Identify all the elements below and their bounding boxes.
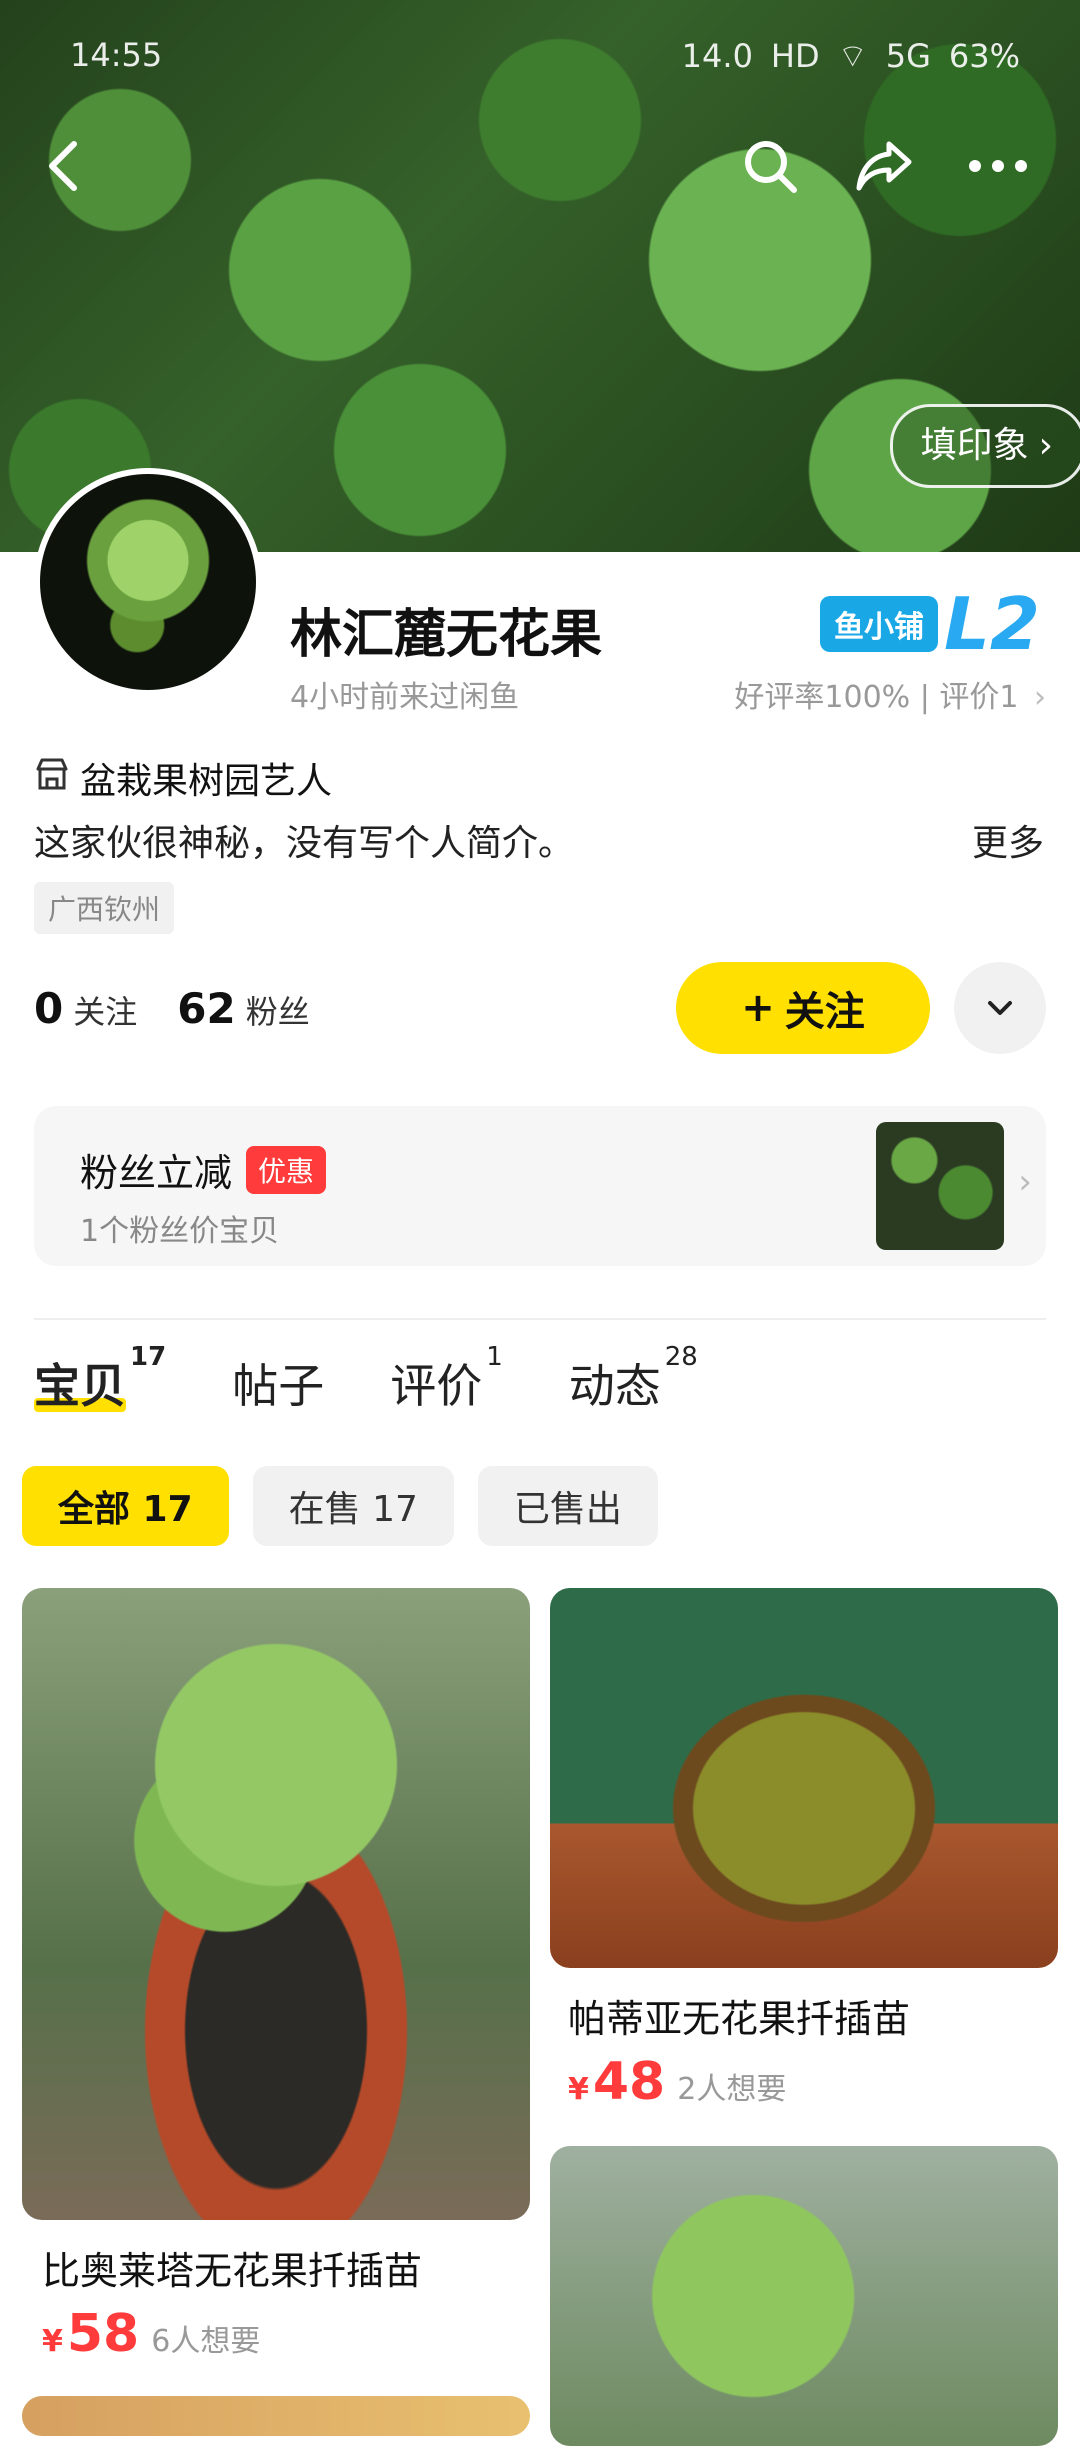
fans-label: 粉丝 [245,993,310,1031]
discount-badge: 优惠 [246,1145,327,1194]
currency-symbol: ¥ [568,2072,589,2107]
net-speed: 14.0 [681,37,753,75]
plus-icon: + [741,985,775,1031]
identity-tag: 盆栽果树园艺人 [34,752,332,804]
identity-tag-label: 盆栽果树园艺人 [80,761,333,802]
following-count: 0 [34,984,64,1033]
more-icon[interactable] [962,130,1034,202]
filter-sold[interactable]: 已售出 [477,1466,658,1546]
tab-activity[interactable]: 动态28 [568,1342,698,1416]
search-icon[interactable] [734,130,806,202]
bio-text: 这家伙很神秘，没有写个人简介。 [34,823,575,864]
filter-chips: 全部 17 在售 17 已售出 [22,1466,658,1546]
chevron-down-icon[interactable] [954,962,1046,1054]
store-level-badge[interactable]: 鱼小铺 L2 [820,588,1040,660]
tab-count: 28 [664,1342,698,1372]
product-price: ¥ 58 6人想要 [42,2304,260,2364]
currency-symbol: ¥ [42,2324,63,2359]
following-stat[interactable]: 0 关注 [34,984,137,1033]
store-badge-label: 鱼小铺 [820,596,939,652]
imprint-label: 填印象 [920,425,1029,466]
product-image[interactable] [550,1588,1058,1968]
tab-count: 1 [486,1342,503,1372]
promo-title: 粉丝立减 优惠 [80,1142,327,1197]
chevron-right-icon: › [1018,1162,1032,1202]
location-tag: 广西钦州 [34,882,175,934]
product-title[interactable]: 比奥莱塔无花果扦插苗 [42,2240,422,2295]
hd-icon: HD [770,37,820,75]
follow-button[interactable]: + 关注 [676,962,930,1054]
promo-subtitle: 1个粉丝价宝贝 [80,1214,280,1249]
product-image[interactable] [22,2396,530,2436]
filter-on-sale[interactable]: 在售 17 [252,1466,454,1546]
tab-items[interactable]: 宝贝17 [34,1342,166,1416]
status-bar: 14:55 14.0 HD ⌔ 5G 63% [70,36,1020,82]
store-level: L2 [944,582,1040,666]
fans-stat[interactable]: 62 粉丝 [177,984,309,1033]
wifi-icon: ⌔ [837,37,868,75]
more-button[interactable]: 更多 [972,814,1044,866]
product-title[interactable]: 帕蒂亚无花果扦插苗 [568,1988,910,2043]
signal-icon: 5G [885,37,931,75]
fans-count: 62 [177,984,236,1033]
chevron-right-icon: › [1038,425,1053,466]
wants-count: 6人想要 [151,2324,261,2359]
back-icon[interactable] [28,130,100,202]
battery-text: 63% [948,37,1020,75]
tab-label: 帖子 [232,1359,325,1413]
tab-posts[interactable]: 帖子 [232,1350,324,1416]
divider [34,1318,1046,1320]
status-icons: 14.0 HD ⌔ 5G 63% [682,36,1020,76]
rating-link[interactable]: 好评率100% | 评价1 › [734,672,1046,716]
follow-label: 关注 [784,989,865,1035]
chevron-right-icon: › [1034,680,1046,715]
rating-text: 好评率100% | 评价1 [734,680,1019,715]
product-image[interactable] [550,2146,1058,2446]
promo-title-label: 粉丝立减 [80,1151,233,1195]
share-icon[interactable] [848,130,920,202]
promo-thumbnail [876,1122,1004,1250]
imprint-button[interactable]: 填印象 › [889,404,1080,488]
profile-tabs: 宝贝17 帖子 评价1 动态28 [34,1342,698,1416]
following-label: 关注 [73,993,138,1031]
fan-discount-card[interactable]: 粉丝立减 优惠 1个粉丝价宝贝 › [34,1106,1046,1266]
profile-name: 林汇麓无花果 [290,605,603,665]
price-value: 58 [66,2304,140,2364]
stats: 0 关注 62 粉丝 [34,984,310,1033]
tab-label: 动态 [568,1359,661,1413]
last-visit-text: 4小时前来过闲鱼 [290,680,520,715]
price-value: 48 [592,2052,666,2112]
product-price: ¥ 48 2人想要 [568,2052,786,2112]
tab-reviews[interactable]: 评价1 [390,1342,503,1416]
shop-icon [34,757,70,800]
avatar[interactable] [34,468,262,696]
wants-count: 2人想要 [677,2072,787,2107]
filter-all[interactable]: 全部 17 [22,1466,229,1546]
status-time: 14:55 [70,36,163,74]
tab-count: 17 [130,1342,167,1372]
product-image[interactable] [22,1588,530,2220]
tab-label: 评价 [390,1359,483,1413]
tab-label: 宝贝 [34,1359,126,1413]
